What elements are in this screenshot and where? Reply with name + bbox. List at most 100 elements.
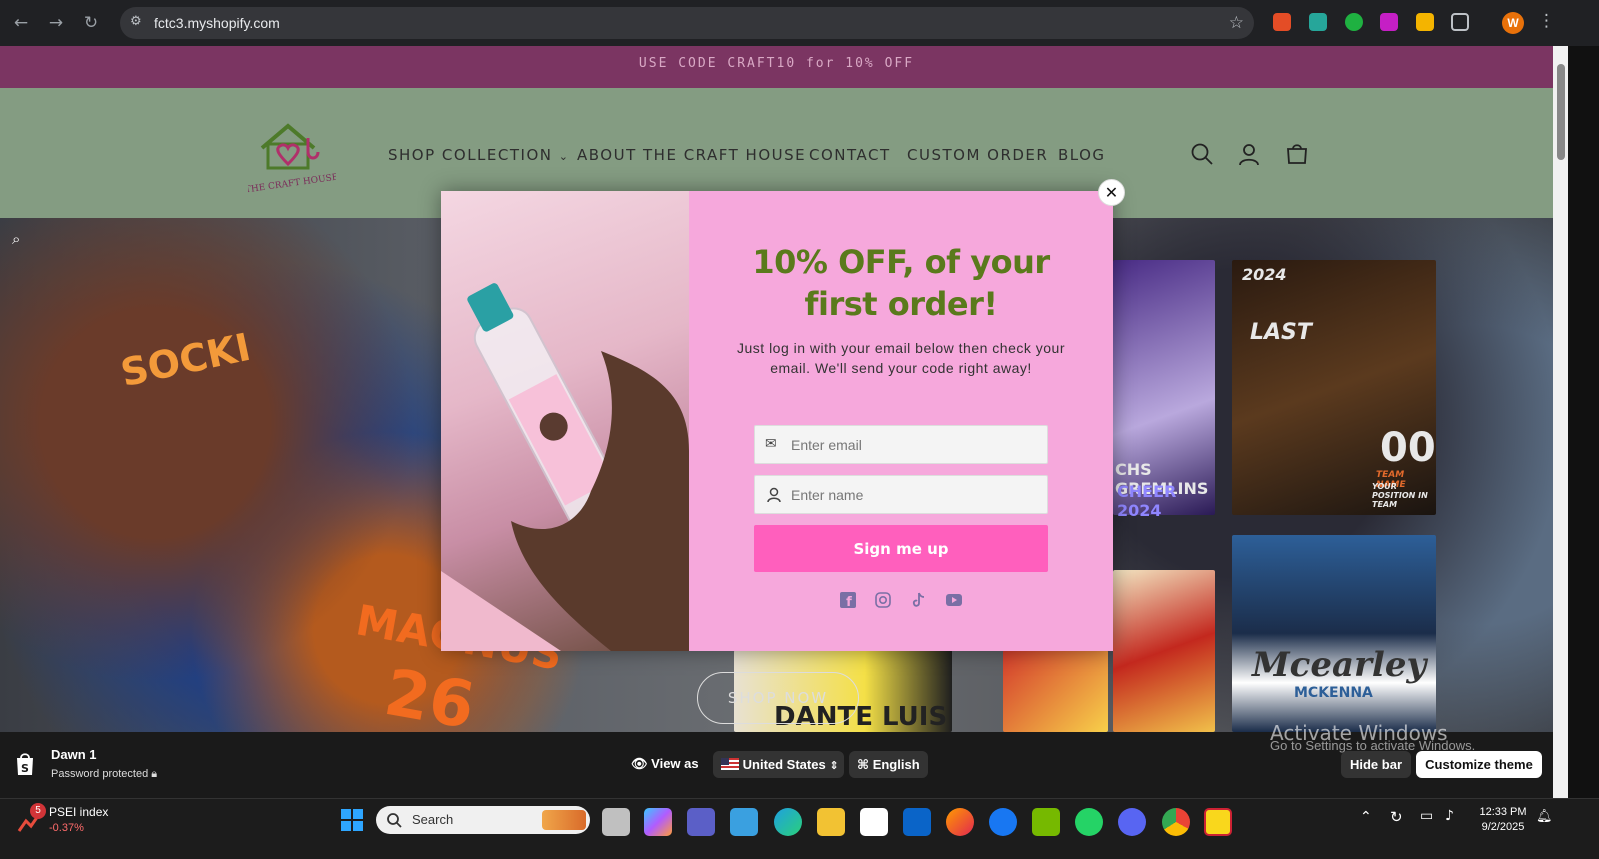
extensions-puzzle-icon[interactable] — [1451, 13, 1469, 31]
extension-icon-2[interactable] — [1309, 13, 1327, 31]
discord-icon[interactable] — [1118, 808, 1146, 836]
clock-date: 9/2/2025 — [1481, 821, 1525, 833]
svg-text:THE CRAFT HOUSE: THE CRAFT HOUSE — [248, 173, 336, 196]
mail-icon: ✉ — [765, 436, 777, 452]
name-input[interactable] — [791, 476, 1041, 513]
nav-shop-collection-label: SHOP COLLECTION — [388, 146, 553, 164]
svg-text:f: f — [846, 595, 852, 609]
nav-about[interactable]: ABOUT THE CRAFT HOUSE — [577, 146, 806, 164]
windows-start-icon[interactable] — [340, 808, 364, 832]
country-selector[interactable]: United States ⇕ — [713, 751, 844, 778]
cart-icon[interactable] — [1284, 141, 1310, 167]
sticky-notes-icon[interactable] — [1204, 808, 1232, 836]
page-scrollbar[interactable] — [1553, 46, 1568, 798]
extension-icon-5[interactable] — [1416, 13, 1434, 31]
volume-icon[interactable]: ♪ — [1445, 808, 1454, 824]
announcement-bar: USE CODE CRAFT10 for 10% OFF — [0, 46, 1553, 88]
forward-icon[interactable]: → — [45, 12, 67, 34]
outlook-icon[interactable] — [903, 808, 931, 836]
poster-number: 00 — [1380, 425, 1436, 471]
popup-title: 10% OFF, of your first order! — [752, 243, 1050, 323]
nav-blog[interactable]: BLOG — [1058, 146, 1106, 164]
country-label: United States — [742, 757, 826, 772]
whatsapp-icon[interactable] — [1075, 808, 1103, 836]
task-view-icon[interactable] — [602, 808, 630, 836]
language-selector[interactable]: ⌘ English — [849, 751, 928, 778]
facebook-icon[interactable]: f — [839, 591, 857, 609]
nvidia-icon[interactable] — [1032, 808, 1060, 836]
shop-now-button[interactable]: SHOP NOW — [697, 672, 859, 724]
profile-avatar[interactable]: W — [1502, 12, 1524, 34]
system-clock[interactable]: 12:33 PM 9/2/2025 — [1478, 805, 1528, 835]
edge-icon[interactable] — [774, 808, 802, 836]
instagram-icon[interactable] — [874, 591, 892, 609]
address-bar[interactable]: ⚙ fctc3.myshopify.com ☆ — [120, 7, 1254, 39]
language-label: English — [872, 757, 920, 772]
bookmark-star-icon[interactable]: ☆ — [1229, 13, 1244, 33]
chevron-down-icon: ⌄ — [558, 150, 570, 163]
poster-team-photo: Mcearley MCKENNA — [1232, 535, 1436, 732]
poster-chiefs — [1113, 570, 1215, 732]
nav-contact[interactable]: CONTACT — [809, 146, 891, 164]
browser-menu-icon[interactable]: ⋮ — [1538, 11, 1555, 31]
url-text[interactable]: fctc3.myshopify.com — [154, 15, 280, 31]
poster-football: 2024 LAST 00 TEAM NAME YOUR POSITION IN … — [1232, 260, 1436, 515]
widget-title[interactable]: PSEI index — [49, 805, 108, 819]
notification-badge: 5 — [30, 803, 46, 819]
nav-shop-collection[interactable]: SHOP COLLECTION ⌄ — [388, 146, 569, 164]
jersey-text-left: SOCKI — [116, 324, 255, 396]
craft-house-logo[interactable]: THE CRAFT HOUSE — [248, 120, 336, 198]
facebook-app-icon[interactable] — [989, 808, 1017, 836]
poster-year: 2024 — [1242, 265, 1287, 284]
download-extension-icon[interactable] — [1380, 13, 1398, 31]
translate-icon: ⌘ — [857, 758, 870, 773]
nav-custom-order[interactable]: CUSTOM ORDER — [907, 146, 1048, 164]
poster-red — [1003, 650, 1108, 732]
network-icon[interactable]: ▭ — [1420, 808, 1433, 824]
file-explorer-icon[interactable] — [817, 808, 845, 836]
clock-time: 12:33 PM — [1479, 806, 1527, 818]
sign-me-up-button[interactable]: Sign me up — [754, 525, 1048, 572]
taskbar-search[interactable]: Search — [376, 806, 590, 834]
windows-taskbar: 5 PSEI index -0.37% Search ⌃ ↻ ▭ ♪ 12:33… — [0, 798, 1599, 859]
hero-search-icon[interactable]: ⌕ — [12, 230, 20, 248]
theme-status-text: Password protected — [51, 768, 149, 780]
browser-toolbar: ← → ↻ ⚙ fctc3.myshopify.com ☆ W ⋮ — [0, 0, 1599, 46]
poster-cheer-year: CHEER 2024 — [1117, 482, 1177, 520]
extension-icon-1[interactable] — [1273, 13, 1291, 31]
customize-theme-button[interactable]: Customize theme — [1416, 751, 1542, 778]
youtube-icon[interactable] — [945, 591, 963, 609]
view-as-text: View as — [651, 756, 699, 771]
notifications-icon[interactable]: 🔔︎ — [1536, 809, 1553, 824]
extension-icon-3[interactable] — [1345, 13, 1363, 31]
updown-chevron-icon: ⇕ — [829, 759, 839, 772]
back-icon[interactable]: ← — [10, 12, 32, 34]
tiktok-icon[interactable] — [909, 591, 927, 609]
search-icon — [387, 813, 402, 828]
chrome-icon[interactable] — [1162, 808, 1190, 836]
teams-icon[interactable] — [687, 808, 715, 836]
firefox-icon[interactable] — [946, 808, 974, 836]
copilot-icon[interactable] — [644, 808, 672, 836]
poster-script-name: Mcearley — [1252, 645, 1427, 685]
search-highlight-icon — [542, 810, 586, 830]
ms-store-icon[interactable] — [860, 808, 888, 836]
tray-chevron-up-icon[interactable]: ⌃ — [1360, 809, 1372, 825]
sync-icon[interactable]: ↻ — [1390, 808, 1403, 826]
email-field[interactable]: ✉ — [754, 425, 1048, 464]
hide-bar-button[interactable]: Hide bar — [1341, 751, 1411, 778]
view-as-label: 👁︎ View as — [631, 756, 699, 772]
search-icon[interactable] — [1189, 141, 1215, 167]
reload-icon[interactable]: ↻ — [80, 12, 102, 34]
site-info-icon[interactable]: ⚙ — [130, 14, 146, 30]
name-field[interactable] — [754, 475, 1048, 514]
widget-change: -0.37% — [49, 822, 84, 834]
email-input[interactable] — [791, 426, 1041, 463]
close-popup-button[interactable]: ✕ — [1098, 179, 1125, 206]
scrollbar-thumb[interactable] — [1557, 64, 1565, 160]
desktop-icon[interactable] — [730, 808, 758, 836]
account-icon[interactable] — [1236, 141, 1262, 167]
shopify-bag-icon: S — [17, 753, 33, 775]
lock-icon: 🔒︎ — [151, 768, 158, 780]
stock-widget-icon[interactable]: 5 — [16, 803, 46, 835]
